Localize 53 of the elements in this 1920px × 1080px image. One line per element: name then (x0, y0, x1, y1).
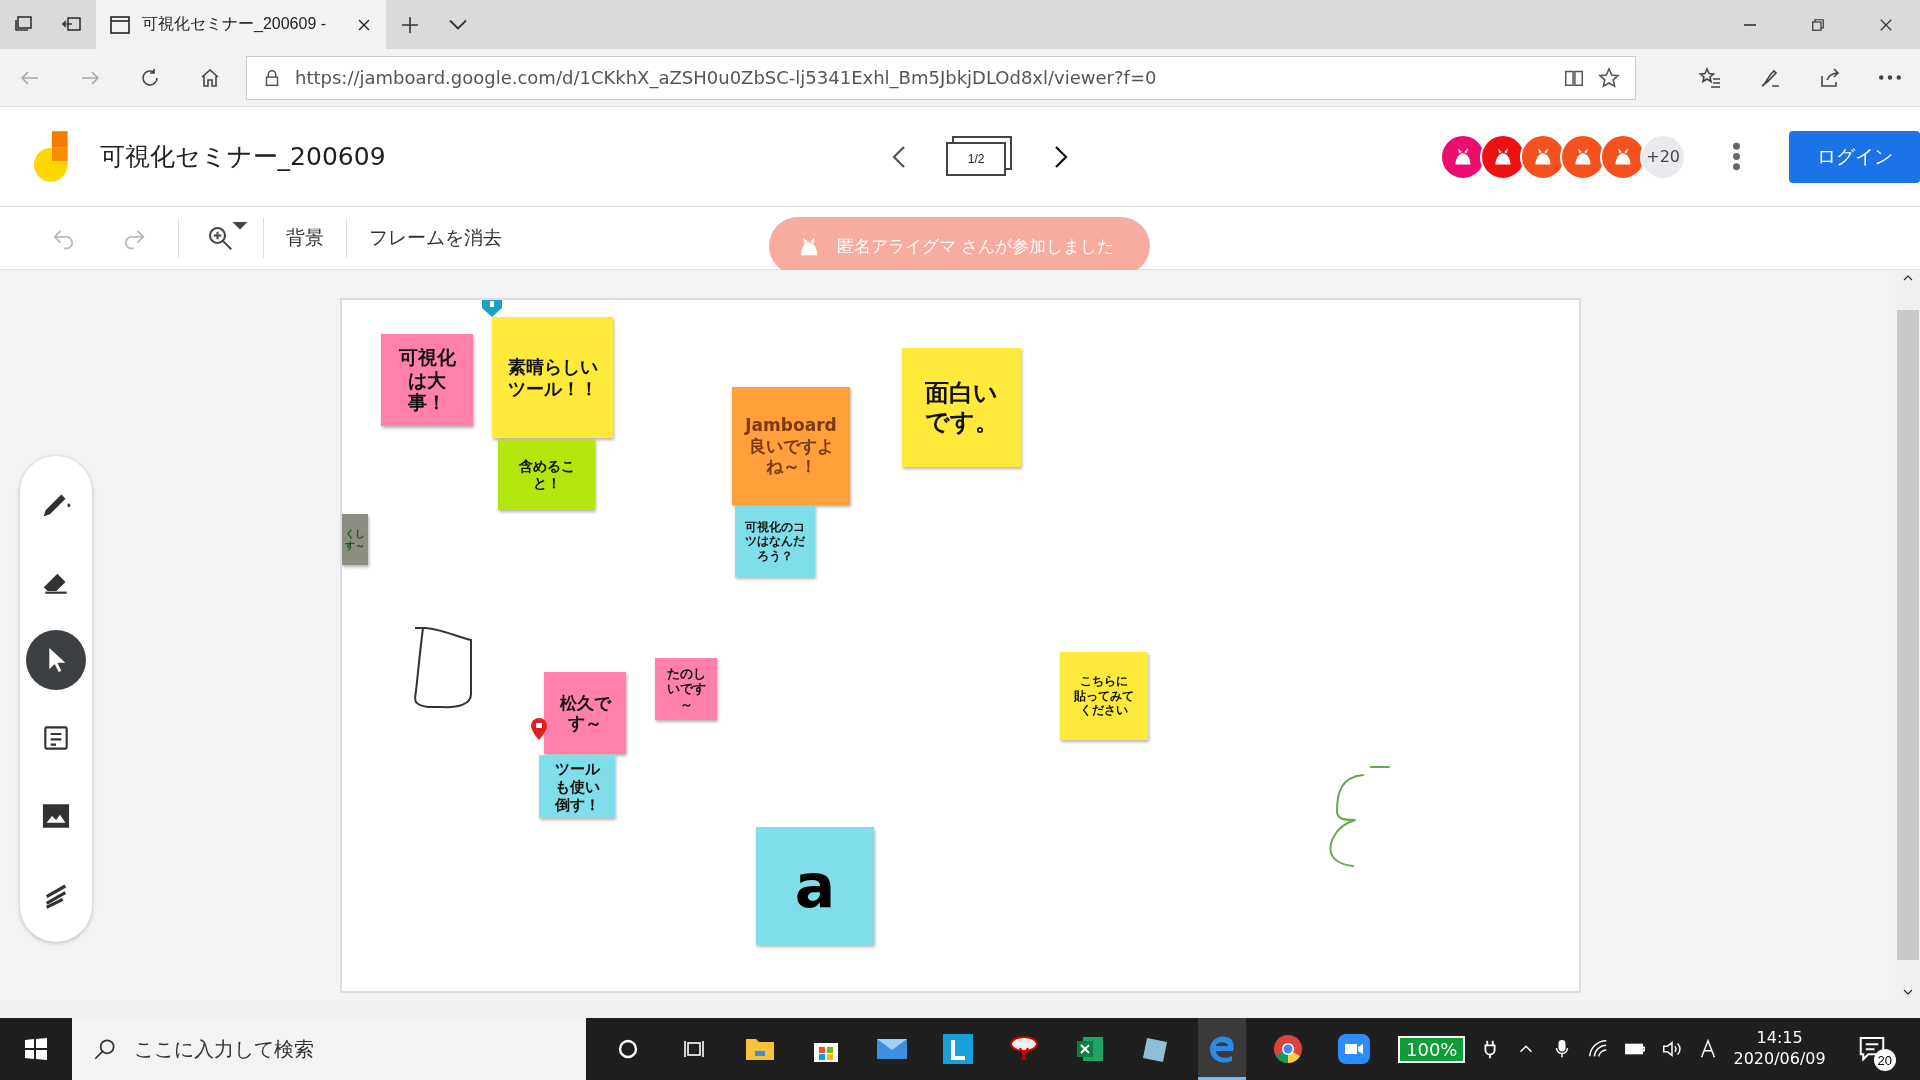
vertical-scrollbar[interactable] (1895, 270, 1920, 1000)
search-placeholder: ここに入力して検索 (134, 1035, 314, 1063)
sticky-note[interactable]: ツール も使い 倒す！ (539, 755, 615, 818)
video-camera-icon (1338, 1034, 1370, 1064)
more-collaborators-count: +20 (1640, 133, 1687, 180)
star-icon (1597, 65, 1621, 90)
clock-date: 2020/06/09 (1733, 1049, 1826, 1070)
login-button[interactable]: ログイン (1789, 130, 1920, 183)
more-icon (1880, 76, 1900, 79)
clock-time: 14:15 (1756, 1028, 1803, 1049)
clear-frame-button[interactable]: フレームを消去 (347, 225, 524, 251)
kebab-icon (1734, 144, 1740, 169)
background-button[interactable]: 背景 (264, 225, 346, 251)
sticky-note[interactable]: 松久で す～ (544, 672, 626, 754)
tool-button[interactable] (26, 630, 86, 690)
taskbar-search-field[interactable]: ここに入力して検索 (72, 1018, 586, 1080)
letter-l-icon (943, 1034, 973, 1064)
next-frame-button[interactable] (1056, 146, 1067, 167)
sticky-note[interactable]: こちらに 貼ってみて ください (1060, 652, 1148, 740)
sticky-note[interactable]: たのし いです ～ (655, 658, 717, 720)
horizontal-scrollbar[interactable] (0, 1000, 1920, 1018)
battery-percentage: 100% (1398, 1035, 1466, 1063)
chrome-icon (1273, 1034, 1303, 1064)
clock[interactable]: 14:15 2020/06/09 (1733, 1028, 1826, 1070)
sticky-note[interactable]: 可視化のコ ツはなんだ ろう？ (735, 506, 815, 577)
minimize-icon (1743, 23, 1757, 26)
chevron-left-icon (894, 146, 905, 167)
circle-icon (616, 1037, 640, 1061)
sticky-note[interactable]: a (756, 827, 874, 945)
spreadsheet-icon (1075, 1035, 1105, 1063)
share-icon (1818, 65, 1842, 90)
sticky-note[interactable]: Jamboard 良いですよ ね～！ (732, 387, 850, 505)
mail-icon (876, 1037, 908, 1061)
previous-frame-button[interactable] (894, 146, 905, 167)
favorites-icon (1698, 65, 1722, 90)
address-bar[interactable]: https://jamboard.google.com/d/1CKkhX_aZSH0u0ZbSC-lj5341Exhl_Bm5JbkjDLOd8xl/viewer?f=0 (246, 55, 1636, 100)
browser-tab[interactable]: 可視化セミナー_200609 - (96, 0, 386, 49)
chevron-down-icon (450, 20, 466, 29)
notification-text: 匿名アライグマ さんが参加しました (837, 234, 1115, 258)
speaker-icon (1661, 1038, 1684, 1060)
sticky-note[interactable]: 素晴らしい ツール！！ (492, 317, 613, 438)
folder-icon (745, 1036, 775, 1062)
sticky-note[interactable]: 含めるこ と！ (498, 439, 595, 510)
caret-icon (235, 223, 245, 228)
sticky-note[interactable]: 面白い です。 (902, 348, 1021, 467)
chevron-right-icon (1056, 146, 1067, 167)
cursor-pin-icon (530, 717, 548, 741)
sticky-note[interactable]: 可視化 は大 事！ (381, 334, 473, 426)
windows-icon (24, 1037, 48, 1061)
board-title: 可視化セミナー_200609 (99, 141, 387, 173)
menu-button[interactable] (1734, 144, 1740, 169)
notification-count: 20 (1873, 1049, 1896, 1071)
url-text: https://jamboard.google.com/d/1CKkhX_aZSH0u0ZbSC-lj5341Exhl_Bm5JbkjDLOd8xl/viewer?f=0 (295, 67, 1158, 88)
